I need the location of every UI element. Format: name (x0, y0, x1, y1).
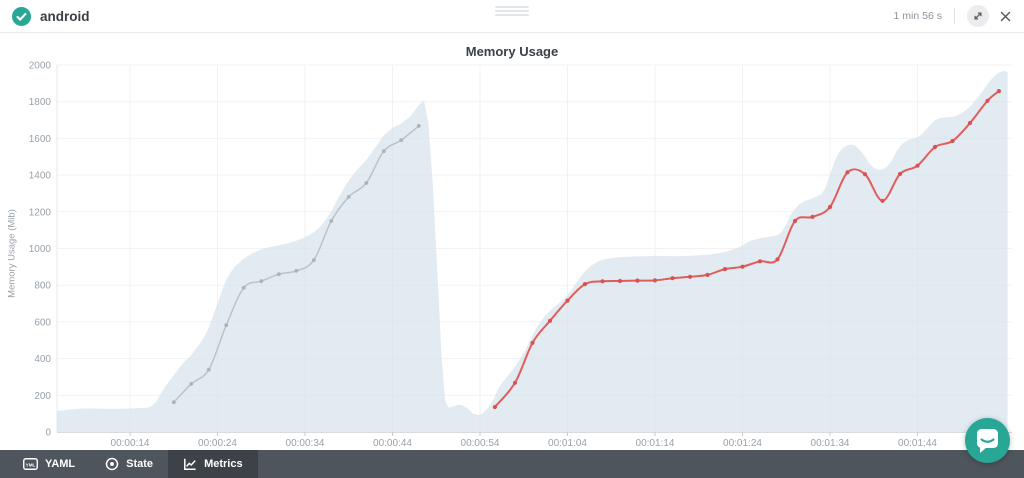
svg-text:800: 800 (34, 281, 51, 292)
svg-text:00:00:24: 00:00:24 (198, 438, 237, 449)
close-x-icon (999, 10, 1012, 23)
tab-label: State (126, 458, 153, 470)
task-title: android (40, 9, 90, 24)
svg-text:00:01:14: 00:01:14 (636, 438, 675, 449)
chat-launcher-button[interactable] (965, 418, 1010, 463)
close-button[interactable] (999, 10, 1012, 23)
svg-text:00:00:54: 00:00:54 (461, 438, 500, 449)
svg-text:1600: 1600 (29, 134, 52, 145)
expand-diagonal-arrows-icon (972, 10, 984, 22)
svg-text:00:01:44: 00:01:44 (898, 438, 937, 449)
task-window: android 1 min 56 s Memory Usage Memory U… (0, 0, 1024, 478)
svg-text:1800: 1800 (29, 97, 52, 108)
bottom-tab-bar: YML YAML State Metrics (0, 450, 1024, 478)
svg-text:00:01:34: 00:01:34 (811, 438, 850, 449)
tab-metrics[interactable]: Metrics (168, 450, 258, 478)
chat-bubble-icon (965, 418, 1010, 463)
svg-text:1000: 1000 (29, 244, 52, 255)
svg-text:00:00:34: 00:00:34 (286, 438, 325, 449)
svg-text:00:01:24: 00:01:24 (723, 438, 762, 449)
svg-text:1400: 1400 (29, 171, 52, 182)
svg-text:YML: YML (26, 462, 36, 467)
tab-label: Metrics (204, 458, 243, 470)
svg-text:2000: 2000 (29, 61, 52, 72)
header-divider (954, 8, 955, 24)
tab-state[interactable]: State (90, 450, 168, 478)
chart-title: Memory Usage (0, 44, 1024, 59)
svg-text:400: 400 (34, 354, 51, 365)
memory-usage-chart-plot[interactable]: 0 200 400 600 800 1000 1200 1400 1600 1800 2000 00:… (0, 0, 1024, 450)
expand-button[interactable] (967, 5, 989, 27)
task-duration: 1 min 56 s (894, 10, 942, 22)
drag-handle-icon[interactable] (491, 3, 533, 19)
tab-yaml[interactable]: YML YAML (8, 450, 90, 478)
tab-label: YAML (45, 458, 75, 470)
svg-text:00:00:44: 00:00:44 (373, 438, 412, 449)
svg-text:00:00:14: 00:00:14 (111, 438, 150, 449)
svg-text:200: 200 (34, 391, 51, 402)
svg-text:0: 0 (45, 428, 51, 439)
target-icon (105, 457, 119, 471)
task-success-check-circle-icon (12, 7, 31, 26)
yaml-badge-icon: YML (23, 458, 38, 470)
y-axis-label: Memory Usage (Mib) (7, 184, 18, 324)
svg-text:1200: 1200 (29, 207, 52, 218)
svg-text:00:01:04: 00:01:04 (548, 438, 587, 449)
svg-text:600: 600 (34, 317, 51, 328)
line-chart-icon (183, 457, 197, 471)
